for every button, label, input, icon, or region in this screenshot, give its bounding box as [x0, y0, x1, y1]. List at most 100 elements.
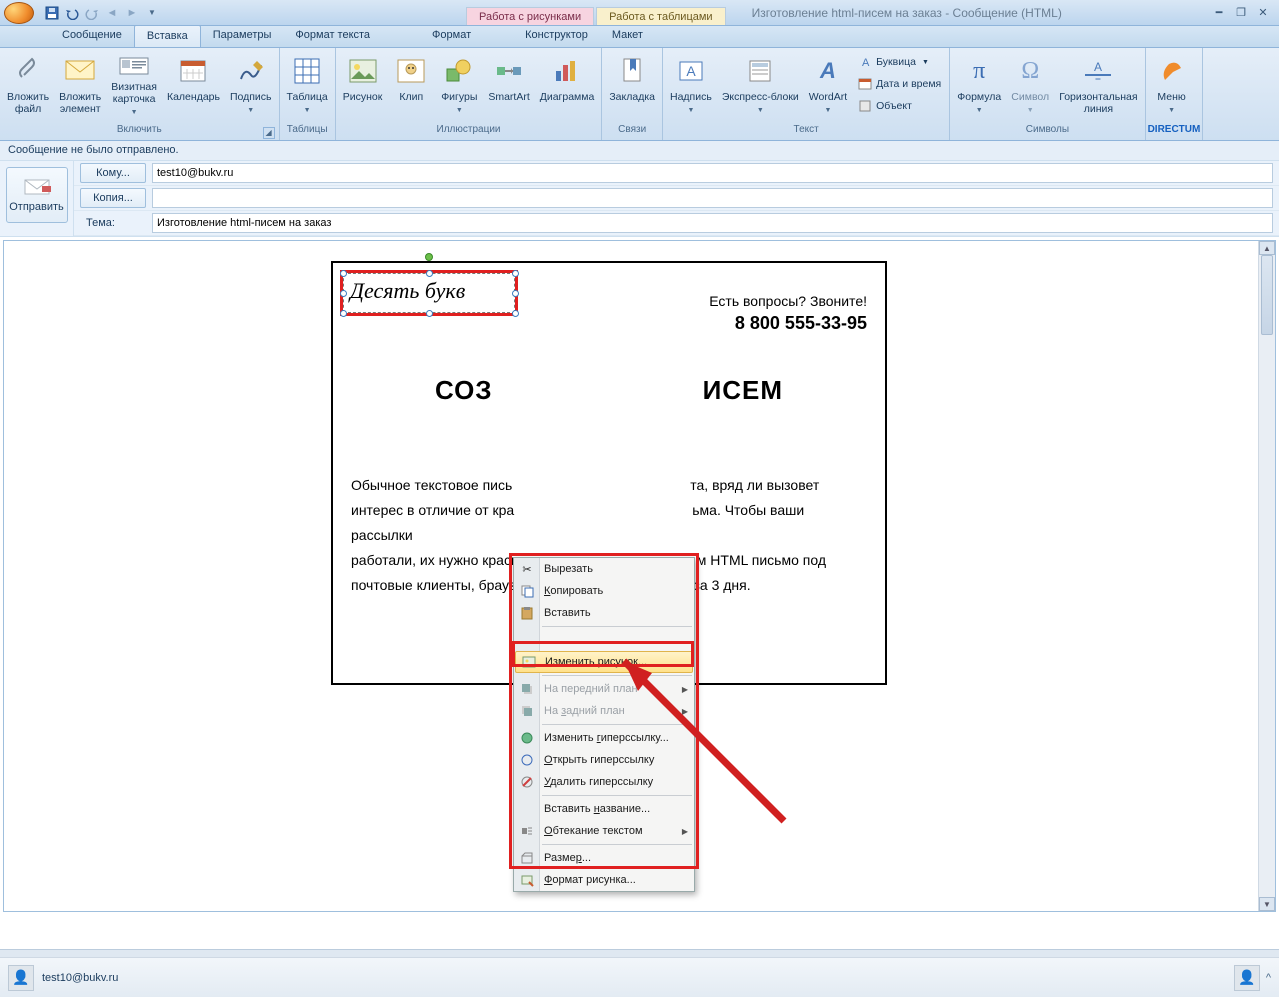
- group-directum: Меню▼ DIRECTUM: [1146, 48, 1204, 140]
- signature-icon: [235, 55, 267, 87]
- tab-format[interactable]: Формат: [420, 25, 483, 47]
- object-icon: [858, 99, 872, 113]
- to-button[interactable]: Кому...: [80, 163, 146, 183]
- phone-text: 8 800 555-33-95: [735, 313, 867, 334]
- group-links: Закладка Связи: [602, 48, 663, 140]
- resize-handle[interactable]: [512, 290, 519, 297]
- subject-field[interactable]: [152, 213, 1273, 233]
- shapes-button[interactable]: Фигуры▼: [435, 50, 483, 122]
- table-button[interactable]: Таблица▼: [282, 50, 333, 122]
- call-text: Есть вопросы? Звоните!: [709, 293, 867, 309]
- subject-label: Тема:: [80, 213, 146, 233]
- resize-handle[interactable]: [426, 270, 433, 277]
- avatar-icon[interactable]: 👤: [1234, 965, 1260, 991]
- ctx-format-picture[interactable]: Формат рисунка...: [514, 869, 694, 891]
- chevron-up-icon[interactable]: ^: [1266, 972, 1271, 984]
- directum-menu-button[interactable]: Меню▼: [1148, 50, 1196, 122]
- qat-dropdown-icon[interactable]: ▼: [144, 5, 160, 21]
- heading: СОЗИСЕМ: [333, 375, 885, 406]
- chart-button[interactable]: Диаграмма: [535, 50, 600, 122]
- undo-icon[interactable]: [64, 5, 80, 21]
- tab-message[interactable]: Сообщение: [50, 25, 134, 47]
- datetime-button[interactable]: Дата и время: [856, 74, 943, 94]
- vertical-scrollbar[interactable]: ▲ ▼: [1258, 241, 1275, 911]
- clip-button[interactable]: Клип: [387, 50, 435, 122]
- table-icon: [291, 55, 323, 87]
- quickparts-icon: [744, 55, 776, 87]
- cc-field[interactable]: [152, 188, 1273, 208]
- bookmark-icon: [616, 55, 648, 87]
- scroll-down-icon[interactable]: ▼: [1259, 897, 1275, 911]
- save-icon[interactable]: [44, 5, 60, 21]
- status-user: test10@bukv.ru: [42, 972, 118, 984]
- quick-access-toolbar: ◄ ► ▼: [38, 0, 166, 25]
- svg-text:A: A: [862, 57, 870, 69]
- tab-insert[interactable]: Вставка: [134, 25, 201, 47]
- close-icon[interactable]: ✕: [1253, 6, 1273, 20]
- clipart-icon: [395, 55, 427, 87]
- biz-card-icon: [118, 55, 150, 77]
- group-label: Текст: [665, 124, 947, 140]
- annotation-highlight: [512, 641, 694, 667]
- picture-icon: [347, 55, 379, 87]
- tab-constructor[interactable]: Конструктор: [513, 25, 600, 47]
- quickparts-button[interactable]: Экспресс-блоки▼: [717, 50, 804, 122]
- send-button[interactable]: Отправить: [6, 167, 68, 223]
- next-icon[interactable]: ►: [124, 5, 140, 21]
- group-label: DIRECTUM: [1148, 124, 1201, 140]
- calendar-button[interactable]: Календарь: [162, 50, 225, 122]
- textbox-button[interactable]: AНадпись▼: [665, 50, 717, 122]
- attach-item-button[interactable]: Вложить элемент: [54, 50, 106, 122]
- svg-text:A: A: [1094, 61, 1102, 74]
- maximize-icon[interactable]: ❐: [1231, 6, 1251, 20]
- equation-button[interactable]: πФормула▼: [952, 50, 1006, 122]
- group-text: AНадпись▼ Экспресс-блоки▼ AWordArt▼ AБук…: [663, 48, 950, 140]
- bookmark-button[interactable]: Закладка: [604, 50, 660, 122]
- minimize-icon[interactable]: ━: [1209, 6, 1229, 20]
- scrollbar-thumb[interactable]: [1261, 255, 1273, 335]
- avatar-icon[interactable]: 👤: [8, 965, 34, 991]
- ribbon: Вложить файл Вложить элемент Визитная ка…: [0, 48, 1279, 141]
- hline-button[interactable]: A═Горизонтальная линия: [1054, 50, 1142, 122]
- group-illustrations: Рисунок Клип Фигуры▼ SmartArt Диаграмма …: [336, 48, 603, 140]
- to-field[interactable]: [152, 163, 1273, 183]
- wordart-button[interactable]: AWordArt▼: [804, 50, 852, 122]
- scroll-up-icon[interactable]: ▲: [1259, 241, 1275, 255]
- envelope-icon: [64, 55, 96, 87]
- shapes-icon: [443, 55, 475, 87]
- symbol-button[interactable]: ΩСимвол▼: [1006, 50, 1054, 122]
- resize-handle[interactable]: [340, 270, 347, 277]
- picture-button[interactable]: Рисунок: [338, 50, 388, 122]
- message-body[interactable]: ▲ ▼ Десять букв Есть вопросы? Звоните! 8…: [3, 240, 1276, 912]
- dialog-launcher-icon[interactable]: ◢: [263, 127, 275, 139]
- context-tab-picture[interactable]: Работа с рисунками: [466, 7, 594, 25]
- smartart-button[interactable]: SmartArt: [483, 50, 534, 122]
- object-button[interactable]: Объект: [856, 96, 943, 116]
- rotate-handle[interactable]: [425, 253, 433, 261]
- group-label: Символы: [952, 124, 1142, 140]
- context-tab-table[interactable]: Работа с таблицами: [596, 7, 725, 25]
- resize-handle[interactable]: [512, 310, 519, 317]
- cc-button[interactable]: Копия...: [80, 188, 146, 208]
- resize-handle[interactable]: [426, 310, 433, 317]
- group-label: Включить◢: [2, 124, 277, 140]
- prev-icon[interactable]: ◄: [104, 5, 120, 21]
- signature-button[interactable]: Подпись▼: [225, 50, 277, 122]
- attach-file-button[interactable]: Вложить файл: [2, 50, 54, 122]
- group-symbols: πФормула▼ ΩСимвол▼ A═Горизонтальная лини…: [950, 48, 1145, 140]
- resize-handle[interactable]: [340, 290, 347, 297]
- tab-layout[interactable]: Макет: [600, 25, 655, 47]
- resize-handle[interactable]: [512, 270, 519, 277]
- dropcap-button[interactable]: AБуквица ▼: [856, 52, 943, 72]
- chart-icon: [551, 55, 583, 87]
- directum-icon: [1156, 55, 1188, 87]
- resize-handle[interactable]: [340, 310, 347, 317]
- office-button[interactable]: [0, 0, 38, 26]
- tab-text-format[interactable]: Формат текста: [283, 25, 382, 47]
- wordart-icon: A: [812, 55, 844, 87]
- hline-icon: A═: [1082, 55, 1114, 87]
- paperclip-icon: [12, 55, 44, 87]
- business-card-button[interactable]: Визитная карточка▼: [106, 50, 162, 122]
- tab-parameters[interactable]: Параметры: [201, 25, 284, 47]
- redo-icon[interactable]: [84, 5, 100, 21]
